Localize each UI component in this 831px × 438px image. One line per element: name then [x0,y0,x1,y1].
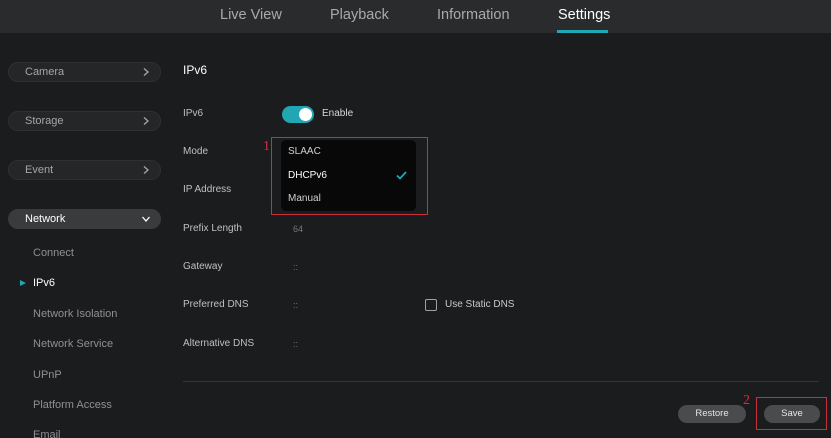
tab-information[interactable]: Information [437,7,510,23]
annotation-box-2 [756,397,827,430]
sidebar-item-upnp[interactable]: UPnP [33,369,62,381]
tab-playback[interactable]: Playback [330,7,389,23]
tab-live-view[interactable]: Live View [220,7,282,23]
use-static-dns-label: Use Static DNS [445,299,515,310]
sidebar-section-network[interactable]: Network [8,209,161,229]
sidebar-item-platform-access[interactable]: Platform Access [33,399,112,411]
ip-address-label: IP Address [183,184,232,195]
prefix-length-input[interactable]: 64 [293,224,303,234]
prefix-length-label: Prefix Length [183,223,242,234]
tab-settings[interactable]: Settings [558,7,610,23]
alternative-dns-input[interactable]: :: [293,339,298,349]
use-static-dns-checkbox[interactable] [425,299,437,311]
chevron-right-icon [143,117,149,125]
sidebar-section-label: Storage [25,115,64,127]
sidebar-section-event[interactable]: Event [8,160,161,180]
sidebar-item-email[interactable]: Email [33,429,61,438]
sidebar-section-label: Camera [25,66,65,78]
alternative-dns-label: Alternative DNS [183,338,255,349]
page-title: IPv6 [183,63,208,77]
chevron-right-icon [143,68,149,76]
active-item-marker-icon [20,280,26,286]
sidebar-item-network-isolation[interactable]: Network Isolation [33,308,117,320]
sidebar-section-label: Event [25,164,54,176]
sidebar-section-storage[interactable]: Storage [8,111,161,131]
annotation-number-1: 1 [263,139,270,154]
gateway-label: Gateway [183,261,223,272]
ipv6-label: IPv6 [183,108,204,119]
sidebar-item-ipv6[interactable]: IPv6 [33,277,55,289]
sidebar-section-label: Network [25,213,66,225]
sidebar-item-network-service[interactable]: Network Service [33,338,113,350]
ipv6-enable-label: Enable [322,108,354,119]
form-divider [183,381,819,382]
toggle-knob [299,108,312,121]
sidebar-section-camera[interactable]: Camera [8,62,161,82]
annotation-number-2: 2 [743,393,750,408]
top-nav-bar: Live View Playback Information Settings [0,0,831,33]
chevron-right-icon [143,166,149,174]
restore-button[interactable]: Restore [678,405,746,423]
annotation-box-1 [271,137,428,215]
preferred-dns-input[interactable]: :: [293,300,298,310]
preferred-dns-label: Preferred DNS [183,299,249,310]
active-tab-indicator [557,30,608,33]
mode-label: Mode [183,146,209,157]
ipv6-enable-toggle[interactable] [282,106,314,123]
chevron-down-icon [142,216,150,222]
gateway-input[interactable]: :: [293,262,298,272]
sidebar-item-connect[interactable]: Connect [33,247,74,259]
